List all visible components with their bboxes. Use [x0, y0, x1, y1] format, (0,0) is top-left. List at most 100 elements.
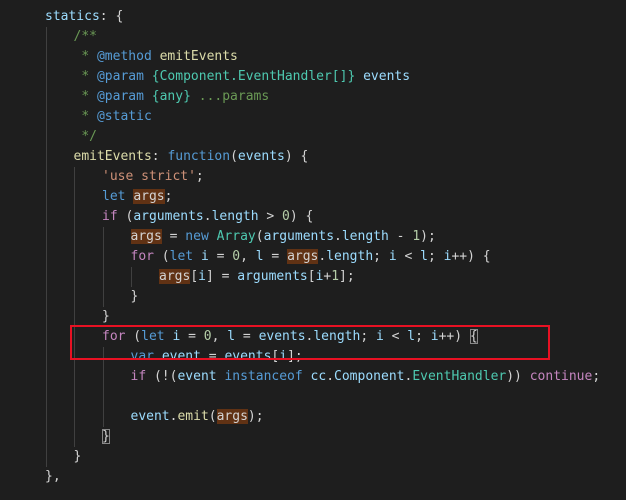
- indent-guide: [45, 207, 47, 227]
- indent-guide: [74, 427, 75, 447]
- code-text: for (let i = 0, l = args.length; i < l; …: [131, 247, 491, 267]
- indent-guide: [74, 247, 75, 267]
- code-line[interactable]: 'use strict';: [0, 167, 626, 187]
- code-token: ;: [373, 249, 389, 264]
- code-line[interactable]: /**: [0, 27, 626, 47]
- code-token: new: [185, 229, 209, 244]
- code-text: args[i] = arguments[i+1];: [159, 267, 355, 287]
- code-text: statics: {: [45, 7, 123, 27]
- code-token: );: [247, 409, 264, 424]
- code-text: args = new Array(arguments.length - 1);: [130, 227, 436, 247]
- code-token: continue: [529, 369, 593, 384]
- code-line[interactable]: },: [0, 467, 626, 487]
- code-token: @param: [96, 89, 144, 104]
- code-token: ;: [164, 189, 173, 204]
- code-token: =: [263, 249, 288, 264]
- code-line[interactable]: args = new Array(arguments.length - 1);: [0, 227, 626, 247]
- code-token: 0: [232, 249, 241, 264]
- indent-guide: [102, 227, 104, 247]
- code-token: @param: [96, 69, 144, 84]
- indent-guide: [45, 307, 47, 327]
- indent-guide: [74, 267, 75, 287]
- indent-guide: [45, 67, 47, 87]
- code-text: }: [102, 307, 110, 327]
- code-line[interactable]: if (arguments.length > 0) {: [0, 207, 626, 227]
- indent-guide: [45, 187, 47, 207]
- code-token: let: [169, 249, 194, 264]
- indent-guide: [102, 267, 104, 287]
- code-token: events: [224, 349, 272, 364]
- code-token: 'use strict': [102, 169, 196, 184]
- code-token: *: [73, 49, 97, 64]
- code-token: ++): [438, 329, 470, 344]
- code-token: arguments: [263, 229, 335, 244]
- code-line[interactable]: event.emit(args);: [0, 407, 626, 427]
- code-line[interactable]: if (!(event instanceof cc.Component.Even…: [0, 367, 626, 387]
- code-line[interactable]: }: [0, 307, 626, 327]
- code-text: },: [45, 467, 61, 487]
- code-line[interactable]: }: [0, 447, 626, 467]
- indent-guide: [74, 347, 75, 367]
- code-token: {any}: [151, 89, 191, 104]
- code-line[interactable]: for (let i = 0, l = args.length; i < l; …: [0, 247, 626, 267]
- code-token: args: [130, 229, 162, 244]
- indent-guide: [74, 287, 75, 307]
- code-token: event: [130, 409, 170, 424]
- code-token: >: [258, 209, 283, 224]
- code-line[interactable]: [0, 387, 626, 407]
- code-token: =: [200, 349, 225, 364]
- code-text: /**: [74, 27, 97, 47]
- indent-guide: [74, 387, 75, 407]
- code-line[interactable]: * @param {any} ...params: [0, 87, 626, 107]
- code-line[interactable]: args[i] = arguments[i+1];: [0, 267, 626, 287]
- code-line[interactable]: statics: {: [0, 7, 626, 27]
- code-line[interactable]: }: [0, 427, 626, 447]
- code-token: ;: [360, 329, 376, 344]
- code-token: let: [102, 189, 126, 204]
- code-line[interactable]: }: [0, 287, 626, 307]
- code-text: * @method emitEvents: [74, 47, 238, 67]
- code-line[interactable]: * @param {Component.EventHandler[]} even…: [0, 67, 626, 87]
- code-line[interactable]: * @method emitEvents: [0, 47, 626, 67]
- code-token: =: [235, 329, 259, 344]
- code-token: args: [216, 409, 248, 424]
- code-token: =: [208, 249, 233, 264]
- indent-guide: [74, 167, 75, 187]
- indent-guide: [45, 267, 47, 287]
- code-token: length: [341, 229, 389, 244]
- indent-guide: [45, 27, 47, 47]
- code-token: {Component.EventHandler[]}: [151, 69, 356, 84]
- code-token: i: [430, 329, 439, 344]
- code-token: :: [151, 149, 168, 164]
- code-line[interactable]: for (let i = 0, l = events.length; i < l…: [0, 327, 626, 347]
- code-token: ,: [211, 329, 228, 344]
- code-editor[interactable]: statics: {/** * @method emitEvents * @pa…: [0, 0, 626, 500]
- code-token: -: [388, 229, 413, 244]
- code-line[interactable]: emitEvents: function(events) {: [0, 147, 626, 167]
- code-token: ;: [592, 369, 601, 384]
- code-token: (: [230, 149, 238, 164]
- code-text: event.emit(args);: [131, 407, 264, 427]
- code-line[interactable]: * @static: [0, 107, 626, 127]
- code-token: @static: [96, 109, 152, 124]
- code-token: (: [208, 409, 217, 424]
- code-line[interactable]: let args;: [0, 187, 626, 207]
- code-token: length: [211, 209, 259, 224]
- code-text: }: [102, 427, 110, 447]
- code-token: i: [388, 249, 397, 264]
- code-token: i: [279, 349, 288, 364]
- code-line[interactable]: var event = events[i];: [0, 347, 626, 367]
- code-token: (: [153, 249, 170, 264]
- code-token: i: [198, 269, 206, 284]
- code-token: for: [102, 329, 126, 344]
- code-token: },: [45, 469, 61, 484]
- code-line[interactable]: */: [0, 127, 626, 147]
- code-token: *: [73, 89, 97, 104]
- indent-guide: [45, 247, 47, 267]
- code-token: (: [117, 209, 134, 224]
- code-token: [: [307, 269, 316, 284]
- indent-guide: [45, 367, 47, 387]
